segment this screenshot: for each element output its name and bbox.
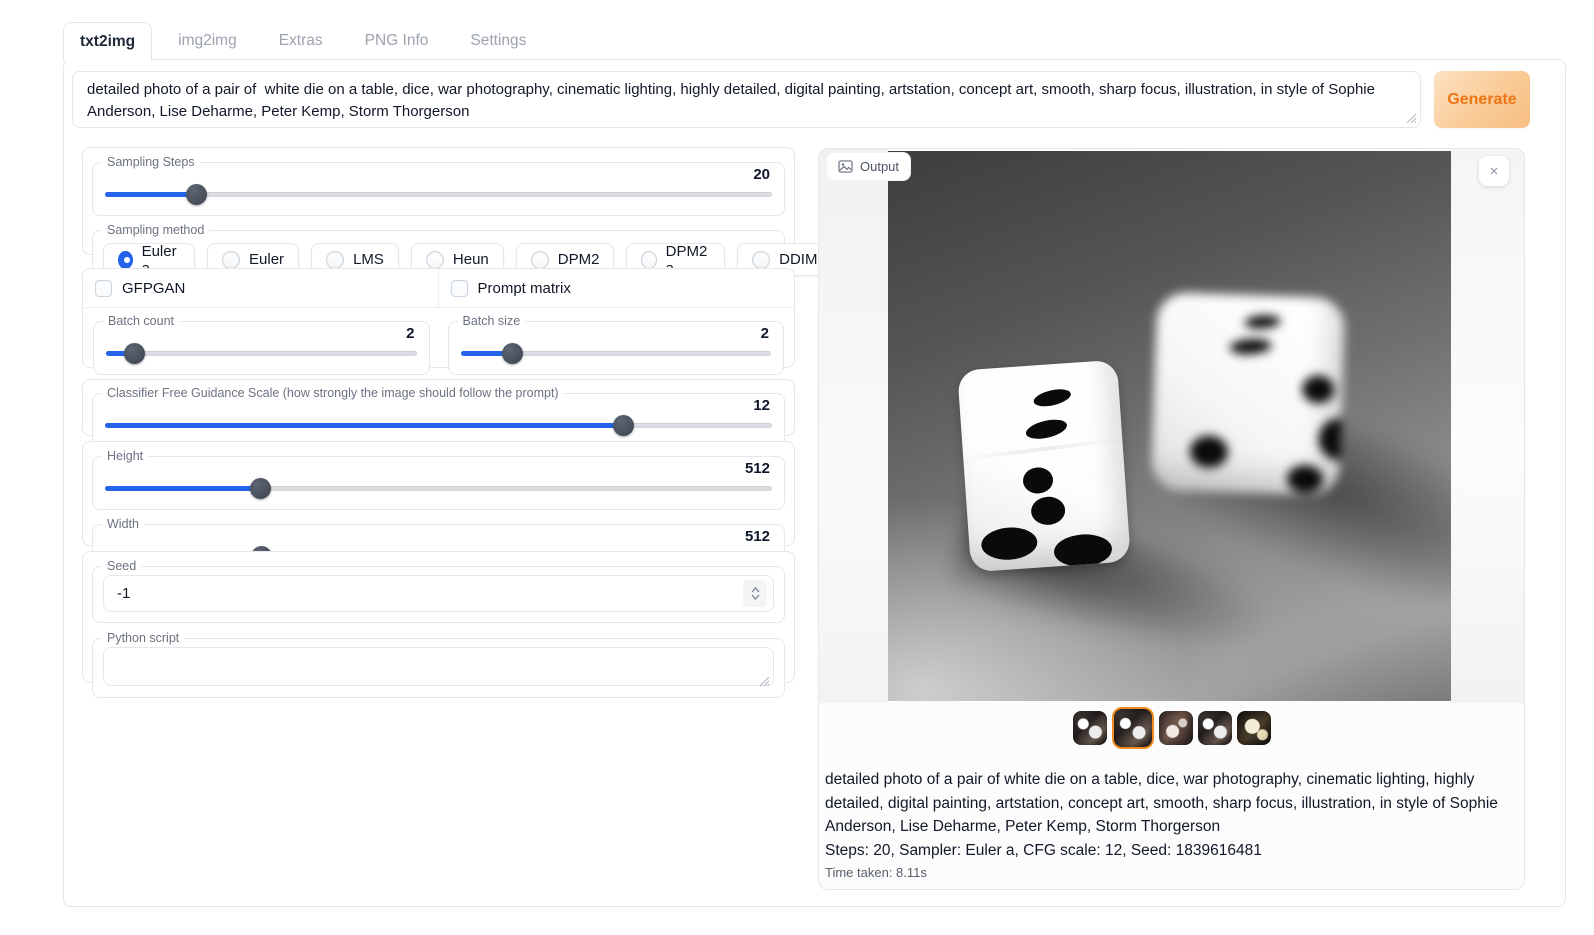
seed-input[interactable] [103, 575, 774, 612]
height-value: 512 [95, 460, 782, 477]
radio-label: Heun [453, 251, 489, 268]
prompt-matrix-label: Prompt matrix [478, 280, 571, 297]
chevron-down-icon [751, 594, 760, 600]
sampling-steps-label: Sampling Steps [102, 155, 200, 169]
cfg-label: Classifier Free Guidance Scale (how stro… [102, 386, 564, 400]
slider-knob[interactable] [186, 184, 207, 205]
tab-bar: txt2img img2img Extras PNG InfoSettings [63, 22, 542, 61]
prompt-input[interactable]: detailed photo of a pair of white die on… [73, 72, 1420, 127]
radio-icon[interactable] [752, 251, 770, 269]
gallery-right-strip [1451, 149, 1525, 703]
sampling-steps-slider[interactable] [105, 184, 772, 205]
cfg-panel: Classifier Free Guidance Scale (how stro… [82, 379, 795, 436]
height-label: Height [102, 449, 148, 463]
slider-fill [105, 486, 260, 491]
radio-label: LMS [353, 251, 384, 268]
close-button[interactable]: × [1479, 156, 1509, 186]
slider-knob[interactable] [124, 343, 145, 364]
tab-img2img[interactable]: img2img [162, 22, 253, 60]
batch-size-slider[interactable] [461, 343, 772, 364]
slider-knob[interactable] [250, 478, 271, 499]
python-script-fieldset: Python script [92, 631, 785, 698]
tab-Extras[interactable]: Extras [263, 22, 339, 60]
radio-icon[interactable] [326, 251, 344, 269]
prompt-box: detailed photo of a pair of white die on… [72, 71, 1421, 128]
radio-icon[interactable] [222, 251, 240, 269]
radio-label: Euler [249, 251, 284, 268]
slider-fill [105, 423, 623, 428]
tab-PNG Info[interactable]: PNG Info [349, 22, 445, 60]
gallery-thumb-5[interactable] [1237, 711, 1271, 745]
slider-knob[interactable] [502, 343, 523, 364]
cfg-fieldset: Classifier Free Guidance Scale (how stro… [92, 386, 785, 447]
radio-icon[interactable] [118, 251, 133, 269]
toggles-panel: GFPGAN Prompt matrix Batch count 2 Batch… [82, 268, 795, 368]
tab-Settings[interactable]: Settings [454, 22, 542, 60]
height-slider[interactable] [105, 478, 772, 499]
caption-params: Steps: 20, Sampler: Euler a, CFG scale: … [825, 839, 1518, 863]
python-script-label: Python script [102, 631, 184, 645]
checkbox-row: GFPGAN Prompt matrix [83, 269, 794, 308]
resize-handle-icon[interactable] [1406, 113, 1417, 124]
gallery-thumb-4[interactable] [1198, 711, 1232, 745]
python-script-input[interactable] [103, 647, 774, 686]
chevron-up-icon [751, 587, 760, 593]
app-root: txt2img img2img Extras PNG InfoSettings det… [0, 0, 1594, 935]
seed-fieldset: Seed [92, 559, 785, 623]
tab-txt2img[interactable]: txt2img [63, 22, 152, 61]
batch-count-fieldset: Batch count 2 [93, 314, 430, 375]
output-caption: detailed photo of a pair of white die on… [824, 759, 1519, 880]
prompt-matrix-checkbox[interactable] [451, 280, 468, 297]
radio-icon[interactable] [426, 251, 444, 269]
gfpgan-checkbox[interactable] [95, 280, 112, 297]
sampling-steps-fieldset: Sampling Steps 20 [92, 155, 785, 216]
slider-track[interactable] [106, 351, 417, 356]
cfg-slider[interactable] [105, 415, 772, 436]
gallery-thumb-3[interactable] [1159, 711, 1193, 745]
gallery-thumbs [819, 703, 1524, 753]
radio-label: DPM2 [558, 251, 600, 268]
die-right [1151, 292, 1346, 496]
output-label: Output [860, 159, 899, 174]
divider [438, 269, 439, 307]
gallery-left-strip [819, 149, 888, 703]
batch-count-slider[interactable] [106, 343, 417, 364]
batch-row: Batch count 2 Batch size 2 [83, 308, 794, 375]
gallery-thumb-1[interactable] [1073, 711, 1107, 745]
sampling-method-label: Sampling method [102, 223, 209, 237]
resize-handle-icon[interactable] [759, 676, 770, 687]
gallery-thumb-2[interactable] [1112, 707, 1154, 749]
image-icon [838, 160, 853, 173]
caption-prompt: detailed photo of a pair of white die on… [825, 768, 1518, 839]
generate-button[interactable]: Generate [1434, 71, 1530, 128]
radio-icon[interactable] [531, 251, 549, 269]
slider-knob[interactable] [613, 415, 634, 436]
batch-size-fieldset: Batch size 2 [448, 314, 785, 375]
seed-spinner[interactable] [743, 580, 767, 607]
die-left [957, 360, 1131, 573]
time-taken: Time taken: 8.11s [825, 865, 1518, 880]
generated-image[interactable] [888, 151, 1451, 701]
prompt-matrix-option[interactable]: Prompt matrix [439, 269, 795, 307]
seed-panel: Seed Python script [82, 551, 795, 683]
dimensions-panel: Height 512 Width 512 [82, 441, 795, 546]
batch-count-label: Batch count [103, 314, 179, 328]
gfpgan-option[interactable]: GFPGAN [83, 269, 439, 307]
slider-fill [105, 192, 196, 197]
seed-label: Seed [102, 559, 141, 573]
output-panel: Output × detailed photo of a pair of whi… [818, 148, 1525, 890]
sampling-steps-value: 20 [95, 166, 782, 183]
radio-icon[interactable] [641, 251, 656, 269]
width-value: 512 [95, 528, 782, 545]
radio-label: DDIM [779, 251, 817, 268]
close-icon: × [1490, 163, 1499, 180]
output-header: Output [827, 153, 910, 180]
width-label: Width [102, 517, 144, 531]
gfpgan-label: GFPGAN [122, 280, 185, 297]
height-fieldset: Height 512 [92, 449, 785, 510]
sampling-panel: Sampling Steps 20 Sampling method Euler … [82, 147, 795, 255]
batch-size-label: Batch size [458, 314, 526, 328]
